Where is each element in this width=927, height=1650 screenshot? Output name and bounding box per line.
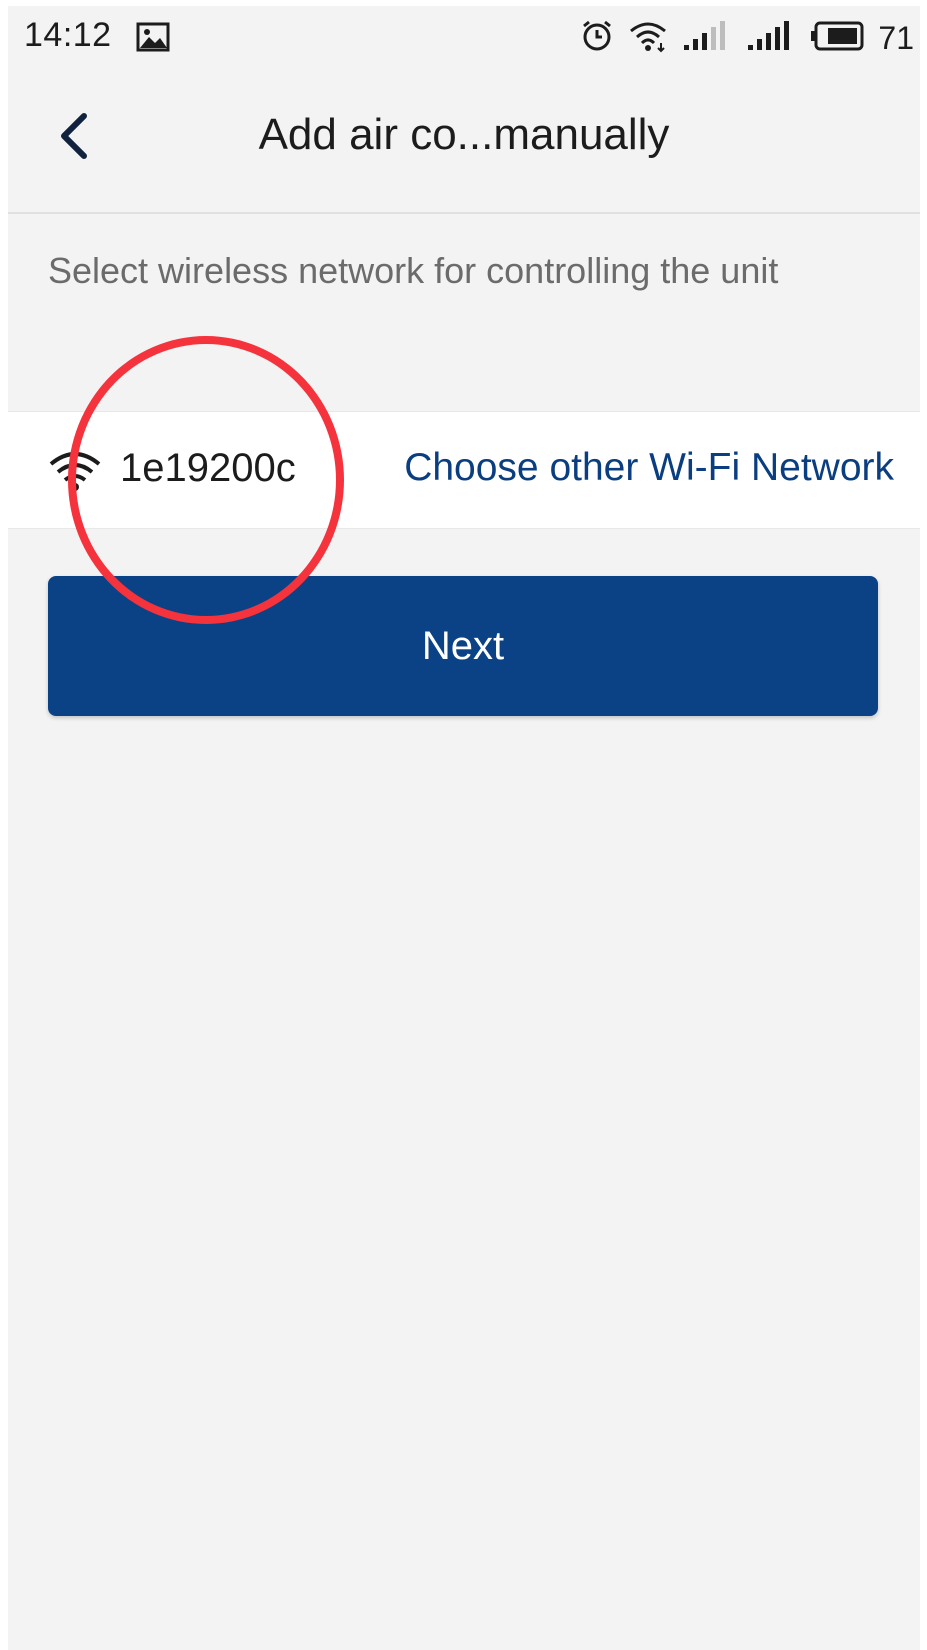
- instruction-text: Select wireless network for controlling …: [48, 250, 779, 291]
- status-icons: 71: [580, 16, 914, 60]
- back-button[interactable]: [48, 106, 108, 166]
- page-title: Add air co...manually: [258, 110, 670, 159]
- battery-icon: [810, 21, 864, 56]
- app-screen: 14:12 71 Add air co...manually Select wi…: [8, 6, 920, 1650]
- network-ssid: 1e19200c: [120, 446, 296, 490]
- alarm-icon: [580, 19, 614, 58]
- next-button[interactable]: Next: [48, 576, 878, 716]
- network-row: 1e19200c Choose other Wi-Fi Network: [8, 411, 920, 529]
- choose-other-network-link[interactable]: Choose other Wi-Fi Network: [404, 446, 894, 490]
- signal-icon: [682, 20, 732, 56]
- wifi-icon: [48, 450, 102, 497]
- chevron-left-icon: [61, 113, 87, 159]
- signal-icon: [746, 20, 796, 56]
- status-time: 14:12: [24, 16, 112, 54]
- app-bar: Add air co...manually: [8, 70, 920, 214]
- status-bar: 14:12 71: [8, 6, 920, 70]
- wifi-icon: [628, 19, 668, 58]
- gallery-icon: [136, 22, 170, 57]
- battery-percent: 71: [878, 19, 914, 56]
